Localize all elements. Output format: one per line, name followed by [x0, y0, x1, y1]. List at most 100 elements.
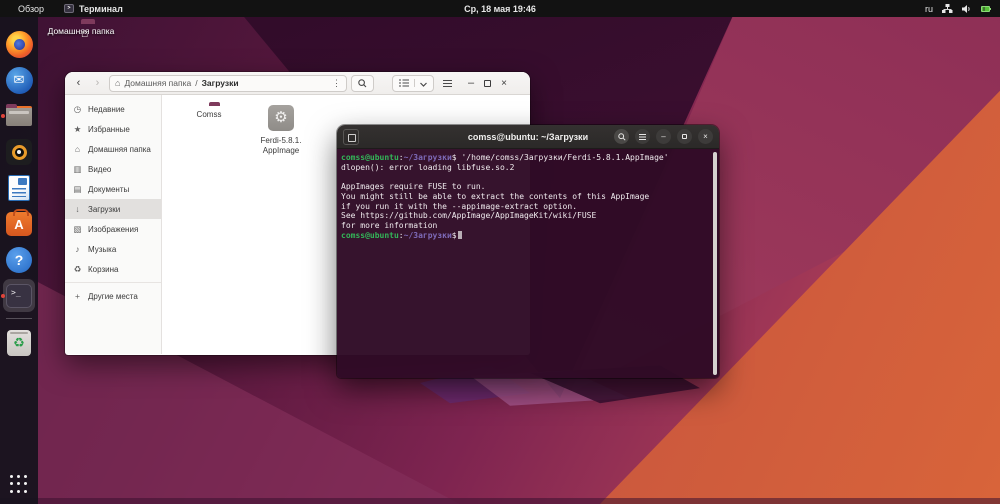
volume-icon[interactable] [962, 4, 972, 14]
terminal-line-output: if you run it with the --appimage-extrac… [341, 201, 578, 211]
desktop-home-folder[interactable]: ⌂ Домашняя папка [42, 22, 120, 40]
download-icon: ↓ [75, 204, 80, 214]
back-button[interactable]: ‹ [71, 76, 86, 91]
terminal-search-button[interactable] [614, 129, 629, 144]
wallpaper-facet [0, 498, 1000, 504]
terminal-app-icon: > [64, 4, 74, 13]
running-indicator [1, 294, 5, 298]
dock: ✉ A ? >_ ♻ [0, 17, 38, 504]
sidebar-item-label: Видео [88, 164, 112, 174]
list-view-icon[interactable] [399, 79, 415, 87]
maximize-button[interactable] [484, 79, 492, 87]
sidebar-item-label: Загрузки [88, 204, 121, 214]
dock-item-libreoffice-writer[interactable] [0, 170, 38, 206]
files-header-bar: ‹ › ⌂ Домашняя папка / Загрузки ⋮ – × [65, 72, 530, 95]
dock-separator [6, 318, 32, 319]
sidebar-item-pictures[interactable]: ▧ Изображения [65, 219, 161, 239]
search-icon [358, 78, 367, 87]
new-tab-button[interactable] [343, 128, 359, 145]
terminal-cursor [457, 230, 462, 239]
app-grid-button[interactable] [9, 475, 29, 494]
focused-app-menu[interactable]: > Терминал [64, 4, 123, 14]
star-icon: ★ [73, 123, 82, 134]
kebab-menu-icon[interactable]: ⋮ [332, 78, 341, 89]
search-button[interactable] [351, 74, 374, 92]
terminal-line-output [341, 172, 709, 182]
executable-gear-icon: ⚙ [268, 105, 294, 131]
home-icon: ⌂ [74, 144, 81, 154]
terminal-content[interactable]: comss@ubuntu:~/Загрузки$ '/home/comss/За… [337, 149, 719, 378]
file-label: Ferdi-5.8.1. AppImage [260, 136, 302, 155]
dock-item-thunderbird[interactable]: ✉ [0, 62, 38, 98]
maximize-button[interactable] [677, 129, 692, 144]
view-toggle[interactable] [392, 74, 434, 92]
sidebar-item-label: Другие места [88, 291, 138, 301]
file-item-ferdi-appimage[interactable]: ⚙ Ferdi-5.8.1. AppImage [252, 105, 310, 155]
activities-button[interactable]: Обзор [12, 2, 50, 16]
breadcrumb[interactable]: ⌂ Домашняя папка / Загрузки ⋮ [109, 74, 347, 92]
terminal-line-output: See https://github.com/AppImage/AppImage… [341, 211, 597, 221]
sidebar-item-documents[interactable]: ▤ Документы [65, 179, 161, 199]
sidebar-item-starred[interactable]: ★ Избранные [65, 119, 161, 139]
files-sidebar: ◷ Недавние ★ Избранные ⌂ Домашняя папка … [65, 95, 162, 354]
battery-icon[interactable] [981, 5, 991, 12]
network-icon[interactable] [942, 3, 953, 14]
sidebar-item-label: Корзина [88, 264, 119, 274]
sidebar-item-label: Документы [88, 184, 130, 194]
sidebar-item-label: Избранные [88, 124, 130, 134]
top-bar: Обзор > Терминал Ср, 18 мая 19:46 ru [0, 0, 1000, 17]
terminal-line-output: You might still be able to extract the c… [341, 191, 650, 201]
trash-icon: ♻ [7, 330, 31, 356]
file-label: Comss [196, 110, 222, 119]
terminal-line-output: for more information [341, 220, 438, 230]
terminal-line-output: AppImages require FUSE to run. [341, 182, 486, 192]
dock-item-firefox[interactable] [0, 26, 38, 62]
dock-item-files[interactable] [0, 98, 38, 134]
sidebar-item-downloads[interactable]: ↓ Загрузки [65, 199, 161, 219]
clock[interactable]: Ср, 18 мая 19:46 [464, 4, 536, 14]
terminal-header-bar: comss@ubuntu: ~/Загрузки – × [337, 125, 719, 149]
close-button[interactable]: × [698, 129, 713, 144]
sidebar-item-home[interactable]: ⌂ Домашняя папка [65, 139, 161, 159]
dock-item-terminal[interactable]: >_ [0, 278, 38, 314]
plus-icon: + [75, 291, 80, 301]
minimize-button[interactable]: – [656, 129, 671, 144]
sidebar-item-label: Недавние [88, 104, 125, 114]
keyboard-layout-indicator[interactable]: ru [925, 4, 933, 14]
sidebar-item-music[interactable]: ♪ Музыка [65, 239, 161, 259]
terminal-scrollbar[interactable] [713, 152, 717, 375]
desktop-screen: Обзор > Терминал Ср, 18 мая 19:46 ru ✉ A… [0, 0, 1000, 504]
dock-item-rhythmbox[interactable] [0, 134, 38, 170]
dock-item-ubuntu-software[interactable]: A [0, 206, 38, 242]
files-icon [6, 103, 32, 126]
chevron-down-icon[interactable] [420, 74, 427, 92]
rhythmbox-icon [6, 139, 32, 165]
close-button[interactable]: × [501, 78, 507, 89]
breadcrumb-separator: / [195, 78, 198, 88]
dock-item-help[interactable]: ? [0, 242, 38, 278]
terminal-title: comss@ubuntu: ~/Загрузки [467, 131, 589, 142]
sidebar-separator [65, 282, 161, 283]
terminal-line-prompt: comss@ubuntu:~/Загрузки$ [341, 230, 709, 241]
hamburger-menu-icon[interactable] [438, 75, 456, 92]
file-item-comss[interactable]: Comss [180, 105, 238, 120]
breadcrumb-root[interactable]: Домашняя папка [124, 78, 191, 88]
minimize-button[interactable]: – [468, 78, 474, 89]
sidebar-item-label: Музыка [88, 244, 117, 254]
sidebar-item-trash[interactable]: ♻ Корзина [65, 259, 161, 279]
breadcrumb-current[interactable]: Загрузки [202, 78, 239, 88]
libreoffice-writer-icon [8, 175, 30, 201]
dock-item-trash[interactable]: ♻ [0, 325, 38, 361]
sidebar-item-videos[interactable]: ▥ Видео [65, 159, 161, 179]
search-icon [617, 132, 626, 141]
sidebar-item-other-places[interactable]: + Другие места [65, 286, 161, 306]
running-indicator [1, 114, 5, 118]
sidebar-item-recent[interactable]: ◷ Недавние [65, 99, 161, 119]
document-icon: ▤ [73, 183, 82, 194]
terminal-menu-button[interactable] [635, 129, 650, 144]
sidebar-item-label: Домашняя папка [88, 144, 151, 154]
focused-app-name: Терминал [79, 3, 123, 14]
image-icon: ▧ [73, 223, 82, 234]
firefox-icon [5, 30, 33, 58]
forward-button[interactable]: › [90, 76, 105, 91]
